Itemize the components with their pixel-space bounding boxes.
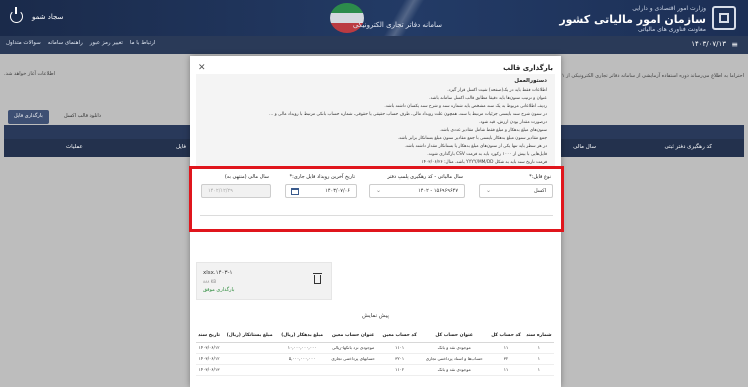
table-cell: حسابهای پرداختنی تجاری — [327, 353, 380, 365]
table-cell — [222, 364, 278, 376]
calendar-icon[interactable] — [291, 188, 299, 195]
chevron-down-icon: ⌄ — [486, 187, 492, 194]
instruction-line: فرمت تاریخ سند باید به شکل YYYY/MM/DD با… — [421, 160, 547, 165]
table-cell: ۱۱۰۲ — [379, 364, 421, 376]
table-cell: ۳۲ — [488, 353, 524, 365]
trash-icon[interactable] — [313, 273, 322, 284]
user-name[interactable]: سجاد شمو — [32, 13, 63, 21]
col-general-account-title: عنوان حساب کل — [420, 330, 489, 343]
last-event-date-value: ۱۴۰۳/۰۷/۰۶ — [325, 188, 350, 194]
table-cell: ۱ — [523, 342, 554, 354]
last-event-date-input[interactable]: ۱۴۰۳/۰۷/۰۶ — [285, 184, 357, 198]
table-cell: ۱۱ — [488, 342, 524, 354]
col-subsidiary-account-code: کد حساب معین — [379, 330, 421, 343]
uploaded-file-size: ۸۸۸ KB — [203, 279, 217, 284]
system-title: سامانه دفاتر تجاری الکترونیکی — [352, 21, 442, 29]
modal-title: بارگذاری قالب — [503, 64, 553, 72]
instruction-line: جمع مقادیر ستون مبلغ بدهکار بایستی با جم… — [397, 136, 547, 141]
fiscal-year-label: سال مالیاتی - کد رهگیری پلمپ دفتر — [387, 174, 463, 180]
organization-logo — [712, 6, 736, 30]
organization-subtitle: معاونت فناوری های مالیاتی — [638, 26, 706, 33]
col-file: فایل — [176, 144, 187, 150]
table-cell: ۱۱۰۱ — [379, 342, 421, 354]
col-subsidiary-account-title: عنوان حساب معین — [327, 330, 380, 343]
close-icon[interactable]: ✕ — [198, 63, 206, 73]
file-type-select[interactable]: اکسل ⌄ — [479, 184, 553, 198]
form-divider — [200, 215, 553, 216]
table-cell: حساب‌ها و اسناد پرداختنی تجاری — [420, 353, 489, 365]
instruction-line: در ستون شرح سند بایستی جزئیات مرتبط با س… — [269, 112, 547, 117]
table-cell: موجودی نزد بانکها-ریالی — [327, 342, 380, 354]
instruction-line: اطلاعات فقط باید در یک(صفحه) شیت اکسل قر… — [447, 88, 547, 93]
uploaded-file-card: xlsx.۱۴۰۳-۱ ۸۸۸ KB بارگذاری موفق — [196, 262, 332, 300]
instruction-line: ستون‌های مبلغ بدهکار و مبلغ فقط شامل مقا… — [439, 128, 547, 133]
table-cell: موجودی نقد و بانک — [420, 364, 489, 376]
header-decoration — [364, 0, 444, 36]
instructions-title: دستورالعمل — [514, 78, 547, 84]
preview-title: پیش نمایش — [362, 313, 389, 319]
last-event-date-label: تاریخ آخرین رویداد فایل جاری:* — [289, 174, 355, 180]
nav-links: سوالات متداول راهنمای سامانه تغییر رمز ع… — [6, 40, 155, 46]
fiscal-year-value: ۱۵۶۹۶۹۶۴۷ - ۱۴۰۲ — [418, 188, 458, 194]
col-general-account-code: کد حساب کل — [488, 330, 524, 343]
col-debit-amount: مبلغ بدهکار (ریال) — [277, 330, 328, 343]
table-cell — [222, 342, 278, 354]
table-cell: ۱۴۰۳/۰۶/۱۳ — [196, 364, 223, 376]
col-tracking-code: کد رهگیری دفتر ثبتی — [664, 144, 712, 150]
instruction-line: در هر سطر باید تنها یکی از ستون‌های مبلغ… — [404, 144, 547, 149]
app-header: وزارت امور اقتصادی و دارایی سازمان امور … — [0, 0, 748, 36]
table-cell: ۳۲۰۱ — [379, 353, 421, 365]
nav-link-faq[interactable]: سوالات متداول — [6, 40, 41, 46]
col-credit-amount: مبلغ بستانکار (ریال) — [222, 330, 278, 343]
chevron-down-icon: ⌄ — [376, 187, 382, 194]
download-template-button[interactable]: دانلود قالب اکسل — [58, 110, 107, 124]
power-icon[interactable] — [10, 7, 23, 23]
fiscal-year-select[interactable]: ۱۵۶۹۶۹۶۴۷ - ۱۴۰۲ ⌄ — [369, 184, 465, 198]
organization-name: سازمان امور مالیاتی کشور — [559, 13, 706, 26]
uploaded-file-name: xlsx.۱۴۰۳-۱ — [203, 270, 233, 276]
col-actions: عملیات — [66, 144, 83, 150]
col-fiscal-year: سال مالی — [573, 144, 596, 150]
table-cell — [277, 364, 328, 376]
file-type-label: نوع فایل:* — [529, 174, 551, 180]
instruction-line: عنوان و ترتیب ستون‌ها باید دقیقا مطابق ق… — [429, 96, 547, 101]
table-cell: ۱۴۰۳/۰۶/۱۲ — [196, 353, 223, 365]
ministry-name: وزارت امور اقتصادی و دارایی — [632, 5, 706, 12]
table-cell: ۱ — [523, 364, 554, 376]
fiscal-year-end-value: ۱۴۰۲/۱۲/۲۹ — [208, 188, 233, 194]
table-cell: ۱۰,۰۰۰,۰۰۰,۰۰۰ — [277, 342, 328, 354]
nav-link-help[interactable]: راهنمای سامانه — [48, 40, 83, 46]
nav-link-contact[interactable]: ارتباط با ما — [130, 40, 155, 46]
current-date: ۱۴۰۳/۰۷/۱۳ — [691, 40, 726, 48]
table-cell: ۱۱ — [488, 364, 524, 376]
table-row: ۱ ۳۲ حساب‌ها و اسناد پرداختنی تجاری ۳۲۰۱… — [196, 353, 554, 365]
instruction-line: ردیف اطلاعاتی مربوط به یک سند مشخص باید … — [384, 104, 547, 109]
instruction-line: فایل‌هایی با بیش از ۱۰۰۰ رکورد باید به ف… — [427, 152, 547, 157]
table-cell — [327, 364, 380, 376]
table-row: ۱ ۱۱ موجودی نقد و بانک ۱۱۰۱ موجودی نزد ب… — [196, 342, 554, 354]
table-cell: موجودی نقد و بانک — [420, 342, 489, 354]
fiscal-year-end-input: ۱۴۰۲/۱۲/۲۹ — [201, 184, 271, 198]
col-document-date: تاریخ سند — [196, 330, 223, 343]
file-type-value: اکسل — [533, 188, 546, 194]
upload-file-button[interactable]: بارگذاری فایل — [8, 110, 49, 124]
table-row: ۱ ۱۱ موجودی نقد و بانک ۱۱۰۲ ۱۴۰۳/۰۶/۱۳ — [196, 364, 554, 376]
upload-status: بارگذاری موفق — [203, 287, 235, 293]
fiscal-year-end-label: سال مالی (منتهی به) — [224, 174, 269, 180]
instruction-line: درصورت مقدار بودن ارزش، قید شود. — [479, 120, 547, 125]
table-cell — [222, 353, 278, 365]
preview-table: شماره سند کد حساب کل عنوان حساب کل کد حس… — [196, 330, 554, 376]
table-cell: ۵,۰۰۰,۰۰۰,۰۰۰ — [277, 353, 328, 365]
nav-bar: ≡ ۱۴۰۳/۰۷/۱۳ سوالات متداول راهنمای سامان… — [0, 36, 748, 54]
table-cell: ۱۴۰۳/۰۶/۱۲ — [196, 342, 223, 354]
col-document-number: شماره سند — [523, 330, 554, 343]
upload-form: نوع فایل:* اکسل ⌄ سال مالیاتی - کد رهگیر… — [189, 166, 564, 232]
announcement-text-right: احتراما به اطلاع می‌رساند دوره استفاده آ… — [561, 73, 744, 79]
menu-icon[interactable]: ≡ — [731, 41, 738, 49]
nav-link-change-password[interactable]: تغییر رمز عبور — [90, 40, 123, 46]
preview-table-header-row: شماره سند کد حساب کل عنوان حساب کل کد حس… — [196, 330, 554, 343]
announcement-text-left: اطلاعات آغاز خواهد شد. — [4, 71, 56, 77]
table-cell: ۱ — [523, 353, 554, 365]
